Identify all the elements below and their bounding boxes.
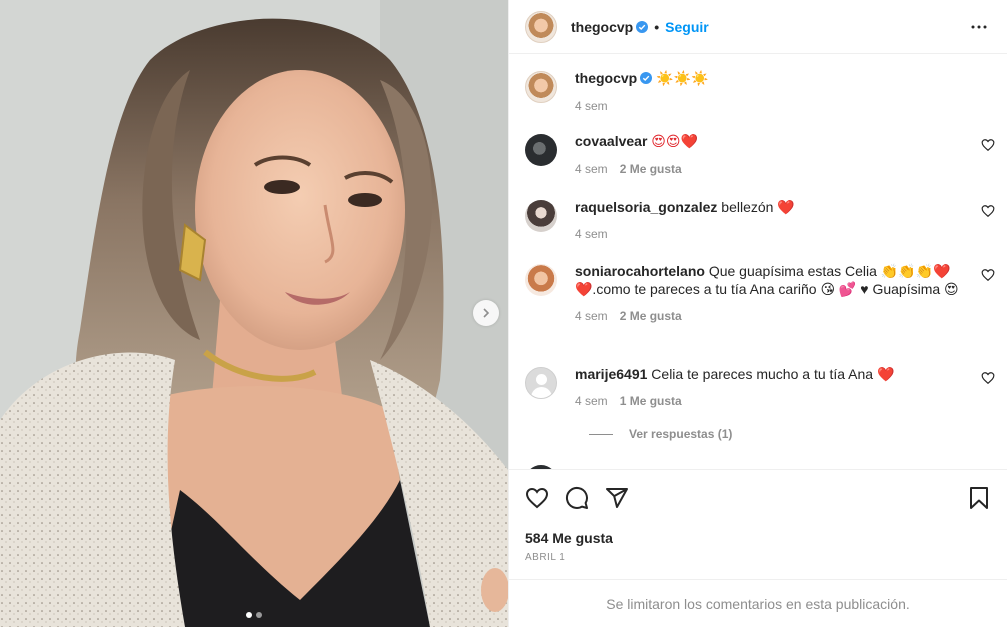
caption: thegocvp ☀️☀️☀️ 4 sem bbox=[525, 69, 995, 115]
comment-like-heart-icon[interactable] bbox=[981, 204, 995, 218]
comments-list[interactable]: thegocvp ☀️☀️☀️ 4 sem covaalvear 😍😍❤️ 4 … bbox=[509, 55, 1007, 469]
comment-time: 4 sem bbox=[575, 394, 608, 408]
post-actions: 584 Me gusta ABRIL 1 bbox=[509, 469, 1007, 563]
author-avatar[interactable] bbox=[525, 71, 557, 103]
bookmark-icon bbox=[970, 487, 988, 509]
commenter-avatar[interactable] bbox=[525, 367, 557, 399]
comments-limited-notice: Se limitaron los comentarios en esta pub… bbox=[509, 579, 1007, 627]
author-username[interactable]: thegocvp bbox=[571, 19, 633, 35]
caption-text: ☀️☀️☀️ bbox=[656, 71, 709, 87]
commenter-avatar[interactable] bbox=[525, 264, 557, 296]
follow-button[interactable]: Seguir bbox=[665, 19, 709, 35]
comment-username[interactable]: raquelsoria_gonzalez bbox=[575, 199, 717, 215]
caption-username[interactable]: thegocvp bbox=[575, 70, 637, 86]
comment-likes[interactable]: 1 Me gusta bbox=[620, 392, 682, 410]
comment-button[interactable] bbox=[565, 486, 589, 510]
comment-text: bellezón ❤️ bbox=[721, 199, 795, 215]
comment-like-heart-icon[interactable] bbox=[981, 138, 995, 152]
separator-dot: • bbox=[654, 18, 660, 35]
share-button[interactable] bbox=[605, 486, 629, 510]
carousel-indicator bbox=[0, 612, 508, 618]
save-button[interactable] bbox=[967, 486, 991, 510]
comment-like-heart-icon[interactable] bbox=[981, 268, 995, 282]
replies-line bbox=[589, 433, 613, 435]
comment-username[interactable]: marije6491 bbox=[575, 366, 647, 382]
carousel-dot bbox=[246, 612, 252, 618]
view-replies-button[interactable]: Ver respuestas (1) bbox=[589, 427, 732, 441]
comment-time: 4 sem bbox=[575, 162, 608, 176]
comment-time: 4 sem bbox=[575, 309, 608, 323]
post-sidebar: thegocvp • Seguir thegocvp ☀️☀️☀️ 4 sem … bbox=[508, 0, 1007, 627]
author-avatar[interactable] bbox=[525, 10, 557, 43]
caption-time: 4 sem bbox=[575, 99, 608, 113]
verified-badge-icon bbox=[640, 72, 653, 84]
carousel-dot bbox=[256, 612, 262, 618]
verified-badge-icon bbox=[636, 20, 649, 33]
comment-likes[interactable]: 2 Me gusta bbox=[620, 307, 682, 325]
comment-text: 😍😍❤️ bbox=[651, 134, 698, 150]
comment-likes[interactable]: 2 Me gusta bbox=[620, 160, 682, 178]
commenter-avatar[interactable] bbox=[525, 134, 557, 166]
likes-count[interactable]: 584 Me gusta bbox=[525, 530, 613, 546]
post-date[interactable]: ABRIL 1 bbox=[525, 552, 565, 563]
commenter-avatar[interactable] bbox=[525, 200, 557, 232]
more-horizontal-icon bbox=[971, 25, 987, 28]
comment-item: soniarocahortelano Que guapísima estas C… bbox=[525, 262, 995, 325]
view-replies-label: Ver respuestas (1) bbox=[629, 427, 733, 441]
like-button[interactable] bbox=[525, 486, 549, 510]
comment-time: 4 sem bbox=[575, 227, 608, 241]
share-icon bbox=[606, 488, 628, 508]
comment-icon bbox=[565, 486, 588, 509]
heart-icon bbox=[525, 487, 549, 509]
comment-like-heart-icon[interactable] bbox=[981, 371, 995, 385]
comment-username[interactable]: soniarocahortelano bbox=[575, 263, 705, 279]
comment-item: raquelsoria_gonzalez bellezón ❤️ 4 sem bbox=[525, 198, 995, 243]
comment-username[interactable]: covaalvear bbox=[575, 133, 647, 149]
comment-item: covaalvear 😍😍❤️ 4 sem 2 Me gusta bbox=[525, 132, 995, 178]
post-header: thegocvp • Seguir bbox=[509, 0, 1007, 54]
comment-item: marije6491 Celia te pareces mucho a tu t… bbox=[525, 365, 995, 410]
chevron-right-icon bbox=[483, 308, 490, 318]
next-photo-button[interactable] bbox=[473, 300, 499, 326]
post-photo[interactable] bbox=[0, 0, 508, 627]
more-options-button[interactable] bbox=[967, 15, 991, 39]
instagram-post: thegocvp • Seguir thegocvp ☀️☀️☀️ 4 sem … bbox=[0, 0, 1007, 627]
comment-text: Celia te pareces mucho a tu tía Ana ❤️ bbox=[651, 366, 895, 382]
portrait-photo bbox=[0, 0, 508, 627]
